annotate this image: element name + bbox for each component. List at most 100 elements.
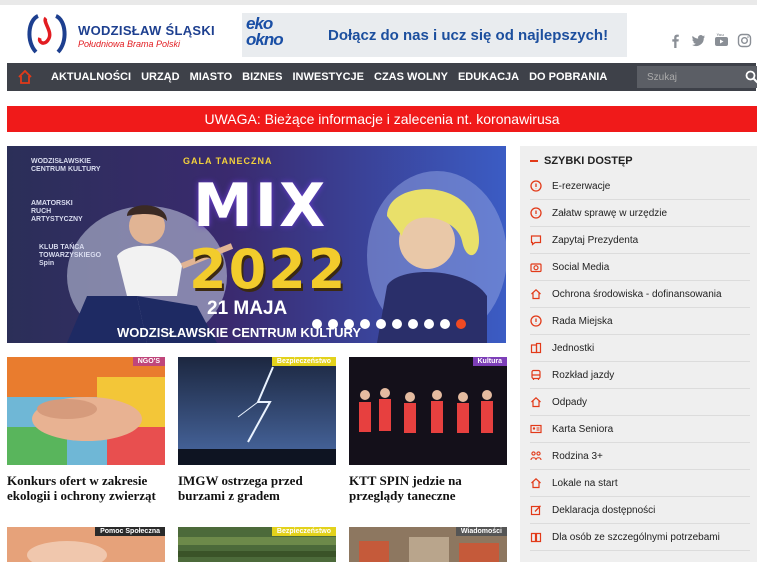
slider-dot-6[interactable] (392, 319, 402, 329)
covid-alert-banner[interactable]: UWAGA: Bieżące informacje i zalecenia nt… (7, 106, 757, 132)
slider-dot-3[interactable] (344, 319, 354, 329)
quick-link-label: Rozkład jazdy (552, 369, 615, 381)
home-icon (531, 477, 541, 489)
logo-tagline: Południowa Brama Polski (78, 39, 181, 49)
facebook-icon[interactable] (668, 33, 683, 48)
news-card-tag: Pomoc Społeczna (95, 527, 165, 536)
news-card[interactable]: Wiadomości (349, 527, 507, 562)
nav-item-miasto[interactable]: MIASTO (190, 71, 233, 83)
slider-dots (312, 319, 466, 329)
news-card-image: Bezpieczeństwo (178, 357, 336, 465)
info-circle-icon (530, 207, 542, 219)
quick-link-rozklad-jazdy[interactable]: Rozkład jazdy (530, 362, 750, 389)
nav-item-biznes[interactable]: BIZNES (242, 71, 282, 83)
quick-link-social-media[interactable]: Social Media (530, 254, 750, 281)
hero-logo-spin: KLUB TAŃCA TOWARZYSKIEGO Spin (39, 244, 102, 267)
info-circle-icon (530, 180, 542, 192)
news-card[interactable]: Pomoc Społeczna (7, 527, 165, 562)
quick-access-header: SZYBKI DOSTĘP (530, 155, 633, 167)
nav-item-urzad[interactable]: URZĄD (141, 71, 180, 83)
info-circle-icon (530, 315, 542, 327)
ekookno-logo-line-2: okno (246, 30, 284, 49)
quick-link-zalatw-sprawe[interactable]: Załatw sprawę w urzędzie (530, 200, 750, 227)
quick-link-rada-miejska[interactable]: Rada Miejska (530, 308, 750, 335)
nav-item-inwestycje[interactable]: INWESTYCJE (292, 71, 364, 83)
quick-link-label: Dla osób ze szczególnymi potrzebami (552, 531, 720, 543)
quick-link-label: Rada Miejska (552, 315, 613, 327)
building-icon (530, 342, 542, 354)
quick-link-label: Social Media (552, 261, 610, 273)
slider-dot-1[interactable] (312, 319, 322, 329)
news-card-tag: Bezpieczeństwo (271, 357, 336, 366)
logo-mark-icon (27, 14, 67, 54)
news-card-title[interactable]: KTT SPIN jedzie na przeglądy taneczne (349, 473, 507, 503)
quick-link-e-rezerwacje[interactable]: E-rezerwacje (530, 173, 750, 200)
search-icon[interactable] (745, 70, 757, 84)
news-card-image: Kultura (349, 357, 507, 465)
logo-name: WODZISŁAW ŚLĄSKI (78, 23, 215, 38)
slider-dot-9[interactable] (440, 319, 450, 329)
family-icon (530, 451, 542, 461)
hero-title: GALA TANECZNA (183, 156, 273, 166)
hero-slider[interactable]: WODZISŁAWSKIE CENTRUM KULTURY AMATORSKI … (7, 146, 506, 343)
id-card-icon (530, 424, 542, 434)
quick-link-label: Lokale na start (552, 477, 618, 489)
slider-dot-5[interactable] (376, 319, 386, 329)
home-icon (531, 288, 541, 300)
nav-item-aktualnosci[interactable]: AKTUALNOŚCI (51, 71, 131, 83)
quick-link-label: Deklaracja dostępności (552, 504, 656, 516)
hero-logo-wck: WODZISŁAWSKIE CENTRUM KULTURY (31, 158, 101, 173)
quick-link-jednostki[interactable]: Jednostki (530, 335, 750, 362)
quick-link-odpady[interactable]: Odpady (530, 389, 750, 416)
slider-dot-4[interactable] (360, 319, 370, 329)
news-card[interactable]: Bezpieczeństwo IMGW ostrzega przed burza… (178, 357, 336, 503)
quick-link-ochrona-srodowiska[interactable]: Ochrona środowiska - dofinansowania (530, 281, 750, 308)
instagram-icon[interactable] (737, 33, 752, 48)
site-logo[interactable]: WODZISŁAW ŚLĄSKI Południowa Brama Polski (24, 12, 215, 56)
top-strip (0, 0, 757, 5)
search-box (637, 66, 757, 88)
search-input[interactable] (637, 66, 741, 88)
news-card-tag: Wiadomości (455, 527, 507, 536)
quick-link-label: Odpady (552, 396, 588, 408)
news-card[interactable]: Kultura KTT SPIN jedzie na przeglądy tan… (349, 357, 507, 503)
nav-item-czas-wolny[interactable]: CZAS WOLNY (374, 71, 448, 83)
news-card-tag: Bezpieczeństwo (271, 527, 336, 536)
nav-item-edukacja[interactable]: EDUKACJA (458, 71, 519, 83)
quick-link-label: Załatw sprawę w urzędzie (552, 207, 668, 219)
quick-link-label: Karta Seniora (552, 423, 614, 435)
quick-link-karta-seniora[interactable]: Karta Seniora (530, 416, 750, 443)
news-card[interactable]: NGO'S Konkurs ofert w zakresie ekologii … (7, 357, 165, 503)
quick-link-label: E-rezerwacje (552, 180, 611, 192)
social-links: You (668, 33, 752, 48)
quick-link-szczegolne-potrzeby[interactable]: Dla osób ze szczególnymi potrzebami (530, 524, 750, 551)
quick-link-zapytaj-prezydenta[interactable]: Zapytaj Prezydenta (530, 227, 750, 254)
slider-dot-7[interactable] (408, 319, 418, 329)
ekookno-logo: eko okno (246, 15, 300, 54)
news-card-tag: Kultura (472, 357, 507, 366)
quick-link-label: Rodzina 3+ (552, 450, 603, 462)
camera-icon (530, 263, 542, 273)
news-card-tag: NGO'S (132, 357, 165, 366)
news-card[interactable]: Bezpieczeństwo (178, 527, 336, 562)
news-card-title[interactable]: Konkurs ofert w zakresie ekologii i ochr… (7, 473, 165, 503)
quick-link-deklaracja-dostepnosci[interactable]: Deklaracja dostępności (530, 497, 750, 524)
youtube-icon[interactable]: You (714, 33, 729, 48)
hero-logo-ara: AMATORSKI RUCH ARTYSTYCZNY (31, 200, 83, 223)
slider-dot-8[interactable] (424, 319, 434, 329)
slider-dot-2[interactable] (328, 319, 338, 329)
quick-link-rodzina[interactable]: Rodzina 3+ (530, 443, 750, 470)
quick-access-title: SZYBKI DOSTĘP (544, 155, 633, 167)
slider-dot-10[interactable] (456, 319, 466, 329)
nav-item-do-pobrania[interactable]: DO POBRANIA (529, 71, 607, 83)
quick-link-label: Jednostki (552, 342, 595, 354)
home-icon[interactable] (17, 69, 33, 85)
news-card-title[interactable]: IMGW ostrzega przed burzami z gradem (178, 473, 336, 503)
twitter-icon[interactable] (691, 33, 706, 48)
news-card-image: NGO'S (7, 357, 165, 465)
home-icon (531, 396, 541, 408)
quick-link-label: Zapytaj Prezydenta (552, 234, 639, 246)
ekookno-banner[interactable]: eko okno Dołącz do nas i ucz się od najl… (240, 13, 627, 57)
quick-link-lokale-na-start[interactable]: Lokale na start (530, 470, 750, 497)
main-menu: AKTUALNOŚCI URZĄD MIASTO BIZNES INWESTYC… (51, 63, 607, 91)
